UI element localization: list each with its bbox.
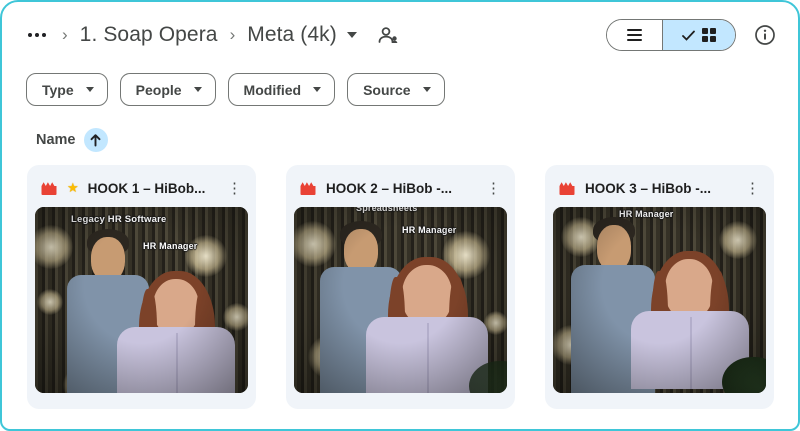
chevron-right-icon: › xyxy=(62,25,68,45)
video-file-icon xyxy=(40,181,58,196)
file-card-header: HOOK 2 – HiBob -... ⋮ xyxy=(286,165,515,207)
grid-view-icon xyxy=(702,28,716,42)
file-card-hook-3[interactable]: HOOK 3 – HiBob -... ⋮ xyxy=(545,165,774,409)
breadcrumb-current-folder[interactable]: Meta (4k) xyxy=(247,23,337,47)
file-menu-icon[interactable]: ⋮ xyxy=(221,181,248,196)
grid-view-button[interactable] xyxy=(663,20,735,50)
file-title: HOOK 1 – HiBob... xyxy=(88,181,212,196)
list-view-button[interactable] xyxy=(607,20,663,50)
caret-down-icon xyxy=(194,87,202,92)
file-menu-icon[interactable]: ⋮ xyxy=(480,181,507,196)
filter-chip-label: People xyxy=(136,82,182,98)
list-view-icon xyxy=(627,29,642,41)
thumbnail-caption: Spreadsheets xyxy=(356,207,417,213)
thumbnail-scene: HR Manager xyxy=(553,207,766,393)
arrow-up-icon xyxy=(89,133,102,147)
file-title: HOOK 3 – HiBob -... xyxy=(585,181,730,196)
star-icon: ★ xyxy=(67,180,79,196)
sort-header: Name xyxy=(2,106,798,152)
video-thumbnail[interactable]: HR Manager xyxy=(553,207,766,393)
caret-down-icon xyxy=(313,87,321,92)
filter-chip-label: Source xyxy=(363,82,410,98)
check-icon xyxy=(682,30,695,41)
man-figure xyxy=(91,237,125,281)
file-title: HOOK 2 – HiBob -... xyxy=(326,181,471,196)
folder-menu-caret-icon[interactable] xyxy=(347,32,357,38)
thumbnail-scene: Spreadsheets HR Manager xyxy=(294,207,507,393)
filter-chip-type[interactable]: Type xyxy=(26,73,108,106)
drive-folder-window: › 1. Soap Opera › Meta (4k) xyxy=(0,0,800,431)
filter-chip-modified[interactable]: Modified xyxy=(228,73,336,106)
file-card-hook-1[interactable]: ★ HOOK 1 – HiBob... ⋮ xyxy=(27,165,256,409)
video-file-icon xyxy=(558,181,576,196)
thumbnail-caption: Legacy HR Software xyxy=(71,214,166,225)
sort-direction-button[interactable] xyxy=(84,128,108,152)
man-figure xyxy=(344,229,378,273)
sort-by-name-button[interactable]: Name xyxy=(36,132,76,148)
thumbnail-caption: HR Manager xyxy=(143,241,198,251)
thumbnail-caption: HR Manager xyxy=(619,209,674,219)
info-icon[interactable] xyxy=(754,24,776,46)
file-menu-icon[interactable]: ⋮ xyxy=(739,181,766,196)
chevron-right-icon: › xyxy=(230,25,236,45)
video-thumbnail[interactable]: Spreadsheets HR Manager xyxy=(294,207,507,393)
file-card-header: ★ HOOK 1 – HiBob... ⋮ xyxy=(27,165,256,207)
filter-bar: Type People Modified Source xyxy=(2,52,798,106)
file-grid: ★ HOOK 1 – HiBob... ⋮ xyxy=(2,152,798,409)
manage-members-icon[interactable] xyxy=(377,26,399,44)
breadcrumb: › 1. Soap Opera › Meta (4k) xyxy=(2,2,798,52)
file-card-header: HOOK 3 – HiBob -... ⋮ xyxy=(545,165,774,207)
thumbnail-scene: Legacy HR Software HR Manager xyxy=(35,207,248,393)
caret-down-icon xyxy=(423,87,431,92)
filter-chip-source[interactable]: Source xyxy=(347,73,444,106)
breadcrumb-overflow-icon[interactable] xyxy=(24,29,50,41)
video-file-icon xyxy=(299,181,317,196)
plant-decor xyxy=(722,357,766,393)
breadcrumb-parent-folder[interactable]: 1. Soap Opera xyxy=(80,23,218,47)
filter-chip-people[interactable]: People xyxy=(120,73,216,106)
thumbnail-caption: HR Manager xyxy=(402,225,457,235)
layout-toggle xyxy=(606,19,736,51)
caret-down-icon xyxy=(86,87,94,92)
file-card-hook-2[interactable]: HOOK 2 – HiBob -... ⋮ xyxy=(286,165,515,409)
video-thumbnail[interactable]: Legacy HR Software HR Manager xyxy=(35,207,248,393)
filter-chip-label: Modified xyxy=(244,82,302,98)
man-figure xyxy=(597,225,631,271)
filter-chip-label: Type xyxy=(42,82,74,98)
